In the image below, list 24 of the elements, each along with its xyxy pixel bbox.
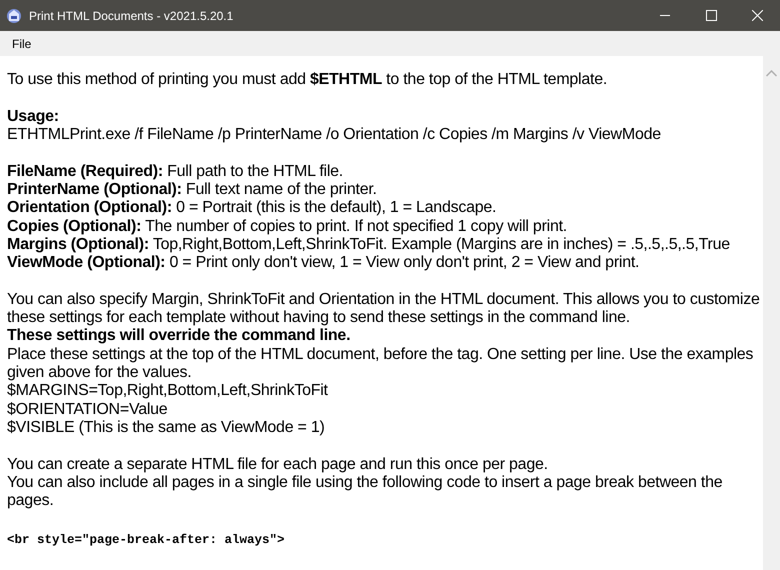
paragraph: ViewMode (Optional): 0 = Print only don't view, 1 = View only don't print, 2 = View and print. [7,254,640,272]
paragraph: You can create a separate HTML file for each page and run this once per page. [7,456,549,474]
scrollbar[interactable] [763,56,780,570]
paragraph: $VISIBLE (This is the same as ViewMode = 1) [7,418,326,438]
paragraph: Place these settings at the top of the HTML document, before the tag. One setting per line. Use the examples given above for the values. [7,346,754,382]
paragraph: To use this method of printing you must add $ETHTML to the top of the HTML template. [7,71,608,90]
paragraph: Margins (Optional): Top,Right,Bottom,Left,ShrinkToFit. Example (Margins are in inches) = .5,.5,.5,.5,True [7,236,731,254]
paragraph: Orientation (Optional): 0 = Portrait (this is the default), 1 = Landscape. [7,199,498,218]
window-title: Print HTML Documents - v2021.5.20.1 [29,8,234,24]
paragraph: PrinterName (Optional): Full text name of the printer. [7,180,378,200]
maximize-icon [706,10,716,21]
code-snippet: <br style="page-break-after: always"> [7,532,286,549]
paragraph: FileName (Required): Full path to the HTML file. [7,162,344,181]
scroll-up-icon[interactable] [766,70,777,77]
paragraph: You can also include all pages in a single file using the following code to insert a page break between the pages. [7,474,724,510]
paragraph: $MARGINS=Top,Right,Bottom,Left,ShrinkToFit [7,382,329,401]
paragraph: ETHTMLPrint.exe /f FileName /p PrinterName /o Orientation /c Copies /m Margins /v ViewMode [7,126,662,144]
paragraph: Copies (Optional): The number of copies to print. If not specified 1 copy will print. [7,218,568,236]
menu-item[interactable]: File [4,34,40,52]
close-icon [752,10,762,21]
bold-paragraph: Usage: [7,108,60,126]
paragraph: $ORIENTATION=Value [7,400,168,419]
paragraph: You can also specify Margin, ShrinkToFit and Orientation in the HTML document. This allows you to customize these settings for each template without having to send these settings in the command line. [7,290,761,328]
bold-paragraph: These settings will override the command line. [7,327,352,346]
